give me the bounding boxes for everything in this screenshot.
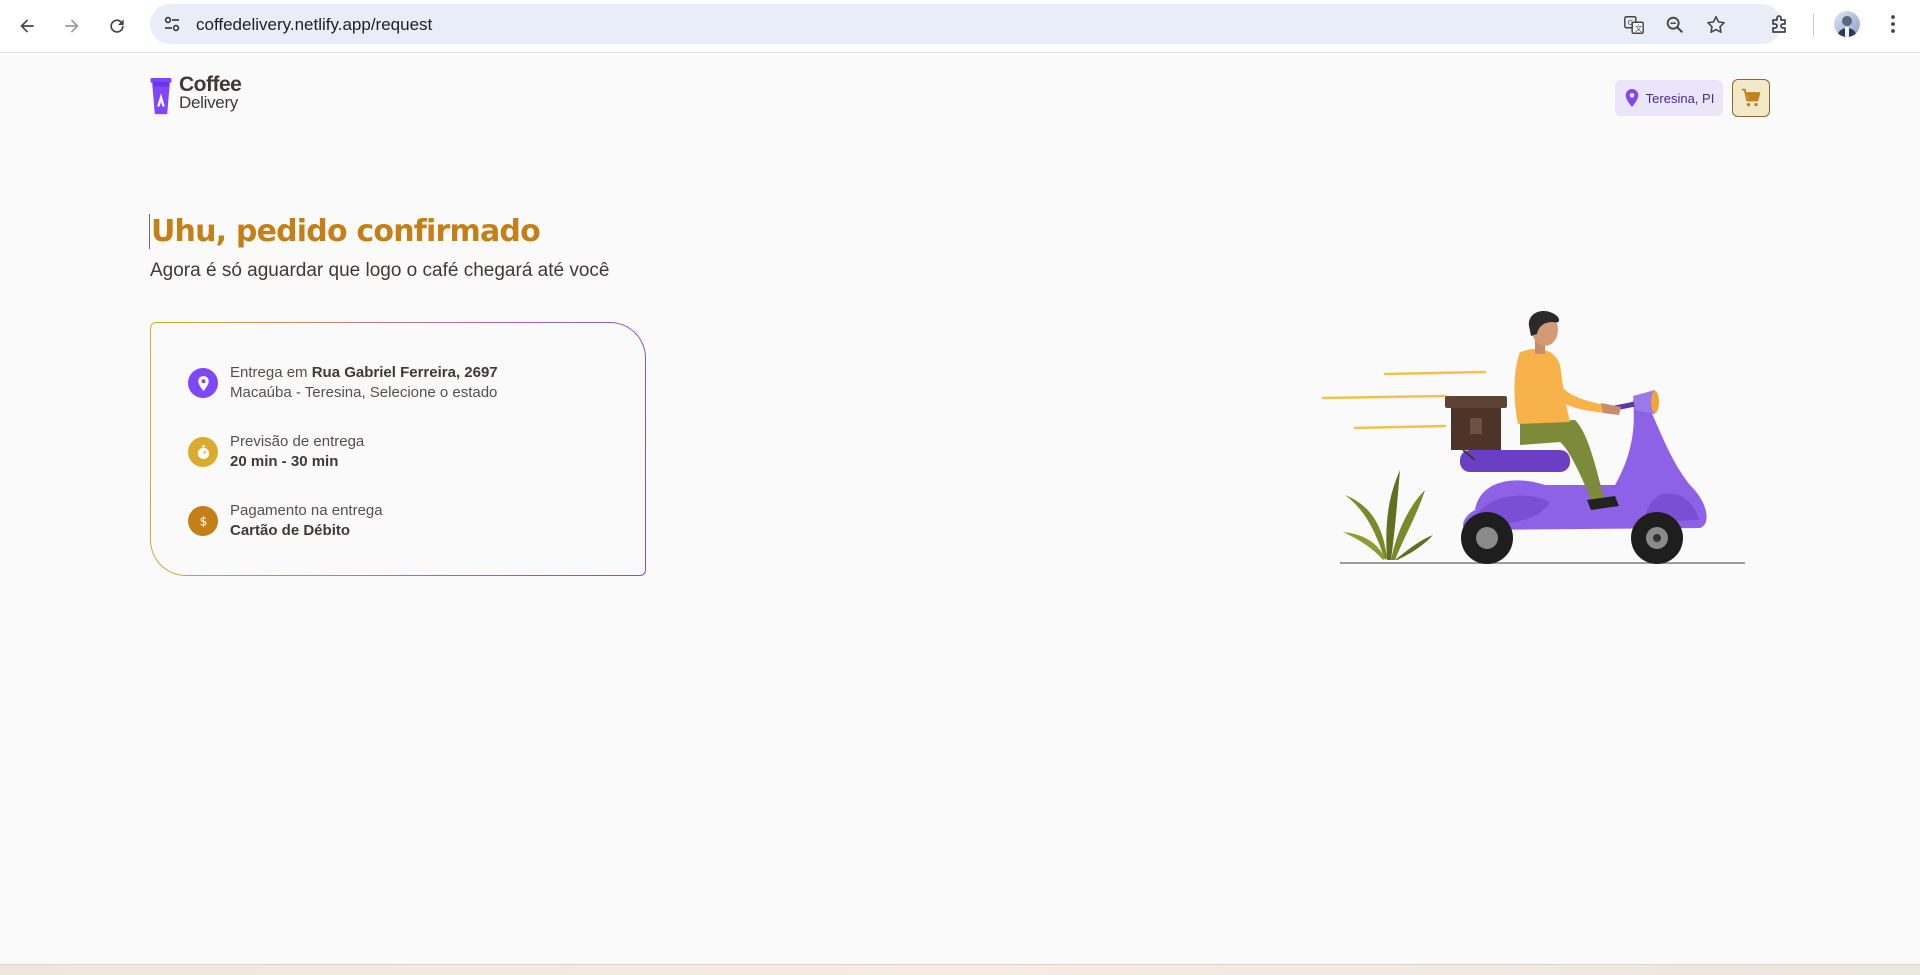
delivery-prefix: Entrega em — [230, 364, 312, 381]
back-arrow-icon — [20, 19, 34, 33]
page-title: Uhu, pedido confirmado — [149, 214, 541, 249]
zoom-icon[interactable] — [1664, 14, 1686, 36]
logo-line1: Coffee — [179, 73, 242, 96]
timer-icon — [188, 437, 218, 467]
taskbar-edge — [0, 964, 1920, 975]
delivery-pin-icon — [188, 368, 218, 398]
logo-wordmark: Coffee Delivery — [179, 73, 242, 112]
location-badge[interactable]: Teresina, PI — [1615, 80, 1723, 116]
payment-value: Cartão de Débito — [230, 522, 351, 539]
site-info-icon[interactable] — [162, 14, 182, 34]
currency-dollar-icon: $ — [188, 506, 218, 536]
browser-toolbar: coffedelivery.netlify.app/request G 文 — [0, 0, 1920, 53]
map-pin-icon — [1625, 89, 1638, 107]
delivery-scooter-illustration — [1321, 311, 1745, 564]
eta-label: Previsão de entrega — [230, 433, 365, 450]
svg-text:G: G — [1628, 18, 1634, 27]
extensions-icon[interactable] — [1768, 12, 1792, 36]
coffee-cup-logo-icon — [150, 78, 172, 115]
location-label: Teresina, PI — [1645, 90, 1715, 106]
delivery-address-row: Entrega em Rua Gabriel Ferreira, 2697 Ma… — [188, 363, 498, 403]
page-subtitle: Agora é só aguardar que logo o café cheg… — [150, 260, 610, 281]
forward-arrow-icon — [65, 19, 79, 33]
forward-button[interactable] — [56, 10, 88, 42]
delivery-street: Rua Gabriel Ferreira, 2697 — [311, 364, 498, 381]
cart-button[interactable] — [1732, 79, 1770, 117]
payment-label: Pagamento na entrega — [230, 502, 383, 519]
address-bar[interactable]: coffedelivery.netlify.app/request G 文 — [150, 4, 1782, 44]
profile-avatar[interactable] — [1834, 11, 1860, 37]
payment-row: $ Pagamento na entrega Cartão de Débito — [188, 501, 383, 541]
delivery-eta-row: Previsão de entrega 20 min - 30 min — [188, 432, 364, 472]
url-text[interactable]: coffedelivery.netlify.app/request — [196, 15, 432, 35]
order-info-card: Entrega em Rua Gabriel Ferreira, 2697 Ma… — [150, 322, 646, 576]
svg-text:$: $ — [199, 514, 207, 528]
svg-text:文: 文 — [1635, 24, 1643, 33]
reload-icon — [110, 19, 124, 33]
shopping-cart-icon — [1741, 88, 1761, 107]
coffee-delivery-logo[interactable]: Coffee Delivery — [149, 73, 269, 120]
logo-line2: Delivery — [179, 93, 239, 112]
delivery-district: Macaúba - Teresina, Selecione o estado — [230, 384, 498, 401]
eta-value: 20 min - 30 min — [230, 453, 339, 470]
bookmark-star-icon[interactable] — [1705, 14, 1727, 36]
reload-button[interactable] — [101, 10, 133, 42]
toolbar-divider — [1813, 14, 1814, 36]
more-menu-icon[interactable] — [1881, 12, 1905, 36]
translate-icon[interactable]: G 文 — [1623, 14, 1645, 36]
back-button[interactable] — [11, 10, 43, 42]
